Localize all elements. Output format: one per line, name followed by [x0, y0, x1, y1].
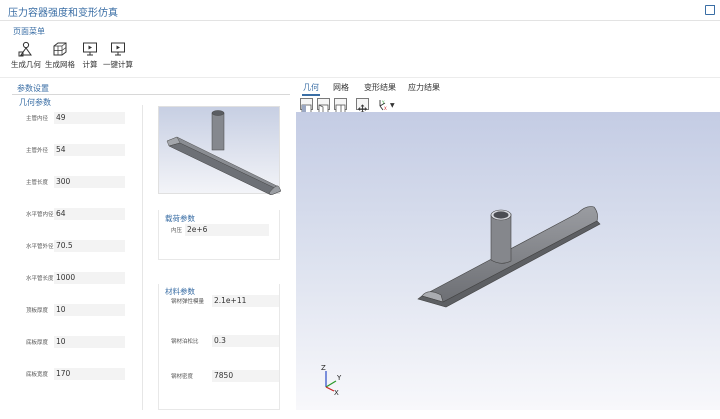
- tab-stress[interactable]: 应力结果: [408, 82, 440, 93]
- axis-triad-dropdown[interactable]: Y X ▼: [374, 97, 398, 111]
- 3d-viewport[interactable]: Z Y X: [296, 112, 720, 410]
- one-click-compute-icon: [111, 42, 125, 56]
- poisson-ratio-input[interactable]: 0.3: [212, 335, 279, 347]
- active-tab-indicator: [302, 94, 320, 96]
- compute-button[interactable]: 计算: [82, 41, 98, 70]
- param-row: 钢材弹性模量 2.1e+11: [171, 295, 279, 307]
- ribbon-divider: [0, 77, 720, 78]
- tab-mesh[interactable]: 网格: [333, 82, 349, 93]
- main-pipe-inner-diameter-input[interactable]: 49: [54, 112, 125, 124]
- generate-mesh-button[interactable]: 生成网格: [45, 41, 75, 70]
- tab-deformation[interactable]: 变形结果: [364, 82, 396, 93]
- compute-icon: [83, 42, 97, 56]
- param-label: 主管外径: [26, 148, 49, 154]
- param-row: 钢材密度 7850: [171, 370, 279, 382]
- horizontal-pipe-outer-diameter-input[interactable]: 70.5: [54, 240, 125, 252]
- tab-geometry[interactable]: 几何: [303, 82, 319, 93]
- geometry-thumbnail: [158, 106, 282, 196]
- elastic-modulus-input[interactable]: 2.1e+11: [212, 295, 279, 307]
- density-input[interactable]: 7850: [212, 370, 279, 382]
- bottom-plate-width-input[interactable]: 170: [54, 368, 125, 380]
- popout-icon[interactable]: [705, 4, 716, 15]
- bottom-plate-thickness-input[interactable]: 10: [54, 336, 125, 348]
- ribbon-group-label: 页面菜单: [13, 27, 45, 36]
- view-side-button[interactable]: [317, 98, 330, 114]
- param-label: 主管长度: [26, 180, 49, 186]
- param-label: 主管内径: [26, 116, 49, 122]
- horizontal-pipe-length-input[interactable]: 1000: [54, 272, 125, 284]
- param-row: 底板厚度 10: [12, 336, 125, 348]
- svg-text:X: X: [334, 389, 339, 397]
- param-row: 主管内径 49: [12, 112, 125, 124]
- param-label: 水平管长度: [26, 276, 54, 282]
- internal-pressure-input[interactable]: 2e+6: [185, 224, 269, 236]
- param-row: 水平管外径 70.5: [12, 240, 125, 252]
- one-click-compute-button[interactable]: 一键计算: [103, 41, 133, 70]
- svg-text:Y: Y: [381, 100, 385, 105]
- mesh-icon: [53, 42, 67, 56]
- pipe-model-thumbnail-icon: [166, 110, 282, 196]
- param-label: 底板厚度: [26, 340, 49, 346]
- generate-geometry-button[interactable]: 生成几何: [11, 41, 41, 70]
- one-click-compute-label: 一键计算: [103, 60, 133, 69]
- param-label: 钢材密度: [171, 374, 194, 380]
- view-top-button[interactable]: [334, 98, 347, 114]
- param-row: 水平管内径 64: [12, 208, 125, 220]
- geometry-icon: [18, 41, 32, 57]
- horizontal-pipe-inner-diameter-input[interactable]: 64: [54, 208, 125, 220]
- svg-text:▼: ▼: [390, 102, 395, 109]
- param-label: 水平管内径: [26, 212, 54, 218]
- orientation-axes: Z Y X: [321, 364, 342, 397]
- top-plate-thickness-input[interactable]: 10: [54, 304, 125, 316]
- param-label: 钢材弹性模量: [171, 299, 205, 305]
- param-label: 水平管外径: [26, 244, 54, 250]
- viewport-footer: [296, 410, 720, 419]
- svg-text:Y: Y: [336, 374, 342, 382]
- axis-triad-icon: Y X ▼: [379, 100, 395, 111]
- param-row: 顶板厚度 10: [12, 304, 125, 316]
- main-pipe-outer-diameter-input[interactable]: 54: [54, 144, 125, 156]
- param-row: 水平管长度 1000: [12, 272, 125, 284]
- view-front-button[interactable]: [300, 98, 313, 114]
- svg-text:Z: Z: [321, 364, 326, 372]
- settings-divider: [12, 94, 290, 95]
- param-row: 内压 2e+6: [171, 224, 269, 236]
- param-label: 内压: [171, 228, 183, 234]
- settings-label: 参数设置: [17, 84, 49, 93]
- param-row: 主管外径 54: [12, 144, 125, 156]
- param-label: 底板宽度: [26, 372, 49, 378]
- param-label: 钢材泊松比: [171, 339, 199, 345]
- load-params-panel: 载荷参数 内压 2e+6: [158, 210, 280, 260]
- generate-mesh-label: 生成网格: [45, 60, 75, 69]
- param-label: 顶板厚度: [26, 308, 49, 314]
- material-params-panel: 材料参数 钢材弹性模量 2.1e+11 钢材泊松比 0.3 钢材密度 7850: [158, 284, 280, 410]
- svg-text:X: X: [384, 106, 387, 111]
- param-row: 底板宽度 170: [12, 368, 125, 380]
- app-title: 压力容器强度和变形仿真: [8, 8, 118, 19]
- pipe-model-icon: Z Y X: [321, 206, 601, 397]
- load-section-label: 载荷参数: [165, 214, 195, 223]
- geometry-params-panel: 主管内径 49 主管外径 54 主管长度 300 水平管内径 64 水平管外径 …: [12, 105, 143, 410]
- param-row: 钢材泊松比 0.3: [171, 335, 279, 347]
- generate-geometry-label: 生成几何: [11, 60, 41, 69]
- compute-label: 计算: [82, 60, 98, 69]
- title-divider: [0, 20, 720, 21]
- main-pipe-length-input[interactable]: 300: [54, 176, 125, 188]
- fit-view-button[interactable]: [356, 98, 369, 114]
- param-row: 主管长度 300: [12, 176, 125, 188]
